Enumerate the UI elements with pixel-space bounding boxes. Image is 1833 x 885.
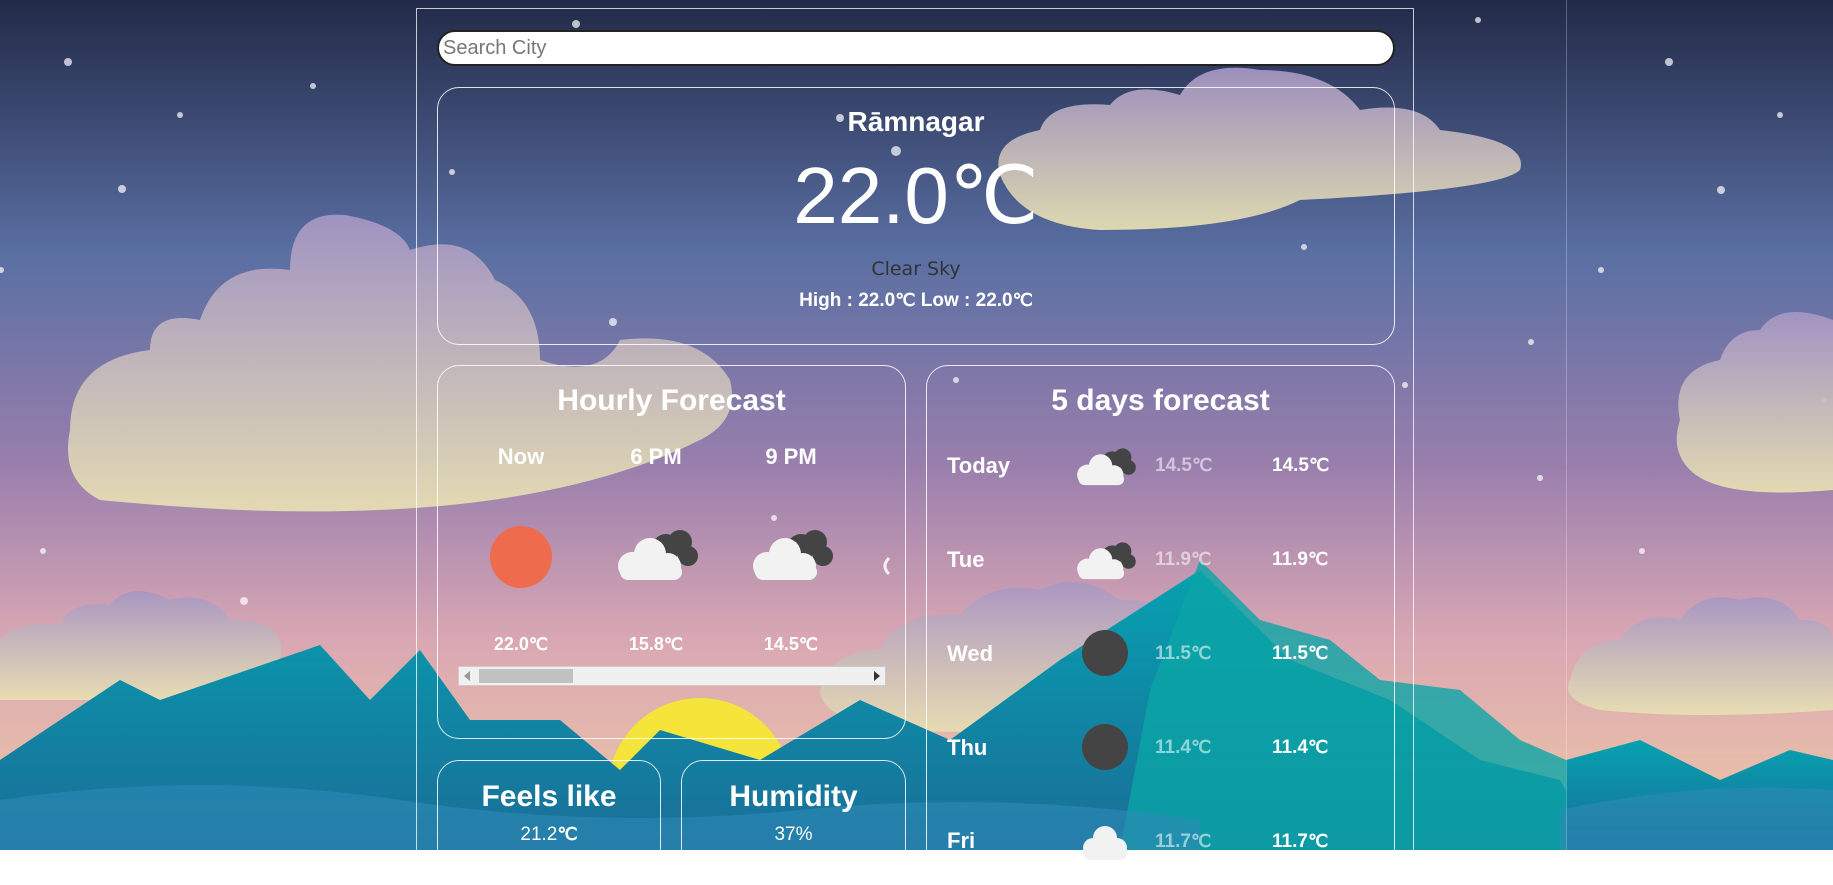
hour-temperature: 15.8℃	[606, 634, 706, 655]
low-value: 11.9	[1155, 549, 1191, 570]
scroll-right-arrow-icon[interactable]	[874, 671, 880, 681]
current-weather-card: Rāmnagar 22.0℃ Clear Sky High : 22.0℃ Lo…	[437, 87, 1395, 345]
hour-temp-unit: ℃	[798, 635, 819, 654]
city-name: Rāmnagar	[847, 106, 985, 137]
day-name: Tue	[947, 547, 985, 572]
hour-time: 6 PM	[630, 444, 682, 469]
day-name: Fri	[947, 828, 976, 853]
scroll-left-arrow-icon[interactable]	[464, 671, 470, 681]
feels-like-title: Feels like	[481, 780, 617, 813]
day-high-temp: 11.5℃	[1272, 643, 1328, 665]
high-unit: ℃	[1308, 455, 1330, 475]
hour-temperature: 22.0℃	[471, 634, 571, 655]
high-unit: ℃	[1307, 643, 1329, 663]
low-unit: ℃	[1012, 290, 1033, 310]
high-unit: ℃	[1307, 549, 1329, 569]
daily-forecast-title: 5 days forecast	[1051, 384, 1270, 417]
day-low-temp: 11.5℃	[1155, 643, 1211, 665]
cloud-icon	[1083, 826, 1127, 860]
cloudy-icon	[618, 530, 698, 580]
low-unit: ℃	[1190, 831, 1212, 851]
day-high-temp: 11.9℃	[1272, 549, 1328, 571]
moon-icon	[1082, 630, 1128, 676]
feels-like-value: 21.2℃	[438, 824, 660, 846]
high-label: High :	[799, 290, 853, 311]
day-high-temp: 11.4℃	[1272, 737, 1328, 759]
day-name: Today	[947, 453, 1011, 478]
low-value: 14.5	[1155, 455, 1192, 476]
hourly-forecast-title: Hourly Forecast	[557, 384, 786, 417]
low-value: 11.4	[1155, 737, 1191, 758]
cloudy-icon	[1077, 448, 1136, 486]
low-value: 22.0	[975, 290, 1013, 311]
high-value: 11.9	[1272, 549, 1308, 570]
hour-temp-value: 22.0	[493, 634, 529, 654]
hour-temp-unit: ℃	[663, 635, 684, 654]
low-value: 11.5	[1155, 643, 1191, 664]
current-temperature: 22.0℃	[438, 156, 1394, 238]
high-unit: ℃	[1307, 737, 1329, 757]
day-low-temp: 11.9℃	[1155, 549, 1211, 571]
low-unit: ℃	[1190, 549, 1212, 569]
low-unit: ℃	[1190, 737, 1212, 757]
day-high-temp: 14.5℃	[1272, 455, 1329, 477]
weather-condition: Clear Sky	[871, 258, 961, 280]
hour-time: 9 PM	[765, 444, 817, 469]
high-unit: ℃	[895, 290, 916, 310]
high-value: 11.5	[1272, 643, 1308, 664]
hour-temp-value: 15.8	[628, 634, 664, 654]
low-unit: ℃	[1190, 643, 1212, 663]
high-value: 11.4	[1272, 737, 1308, 758]
cloudy-icon	[753, 530, 833, 580]
divider-line	[1566, 0, 1567, 850]
hourly-scrollbar[interactable]	[458, 666, 886, 686]
humidity-card: Humidity 37%	[681, 760, 906, 880]
high-low-temperature: High : 22.0℃ Low : 22.0℃	[438, 290, 1394, 312]
hour-temp-unit: ℃	[528, 635, 549, 654]
day-name: Wed	[947, 641, 994, 666]
feels-like-card: Feels like 21.2℃	[437, 760, 661, 880]
high-value: 22.0	[858, 290, 896, 311]
sun-icon	[490, 526, 552, 588]
humidity-value: 37%	[774, 824, 813, 845]
high-value: 11.7	[1272, 831, 1308, 852]
temperature-value: 22.0	[793, 151, 949, 240]
moon-icon	[1082, 724, 1128, 770]
hourly-forecast-card: Hourly Forecast Now 6 PM 9 PM 22.0℃ 15.8…	[437, 365, 906, 739]
low-unit: ℃	[1191, 455, 1213, 475]
partial-icon	[883, 556, 891, 576]
feels-like-unit: ℃	[557, 824, 578, 844]
hour-temp-value: 14.5	[763, 634, 799, 654]
high-unit: ℃	[1307, 831, 1329, 851]
hour-temperature: 14.5℃	[741, 634, 841, 655]
day-name: Thu	[947, 735, 988, 760]
hour-time: Now	[497, 444, 545, 469]
day-low-temp: 11.4℃	[1155, 737, 1211, 759]
search-input[interactable]	[437, 30, 1395, 66]
day-low-temp: 14.5℃	[1155, 455, 1212, 477]
temperature-unit: ℃	[948, 153, 1039, 241]
cloudy-icon	[1077, 542, 1136, 580]
humidity-title: Humidity	[729, 780, 858, 813]
low-label: Low :	[920, 290, 971, 311]
high-value: 14.5	[1272, 455, 1309, 476]
scrollbar-thumb[interactable]	[479, 669, 573, 683]
daily-forecast-card: 5 days forecast Today 14.5℃ 14.5℃ Tue 11…	[926, 365, 1395, 885]
low-value: 11.7	[1155, 831, 1191, 852]
feels-like-number: 21.2	[520, 824, 558, 845]
